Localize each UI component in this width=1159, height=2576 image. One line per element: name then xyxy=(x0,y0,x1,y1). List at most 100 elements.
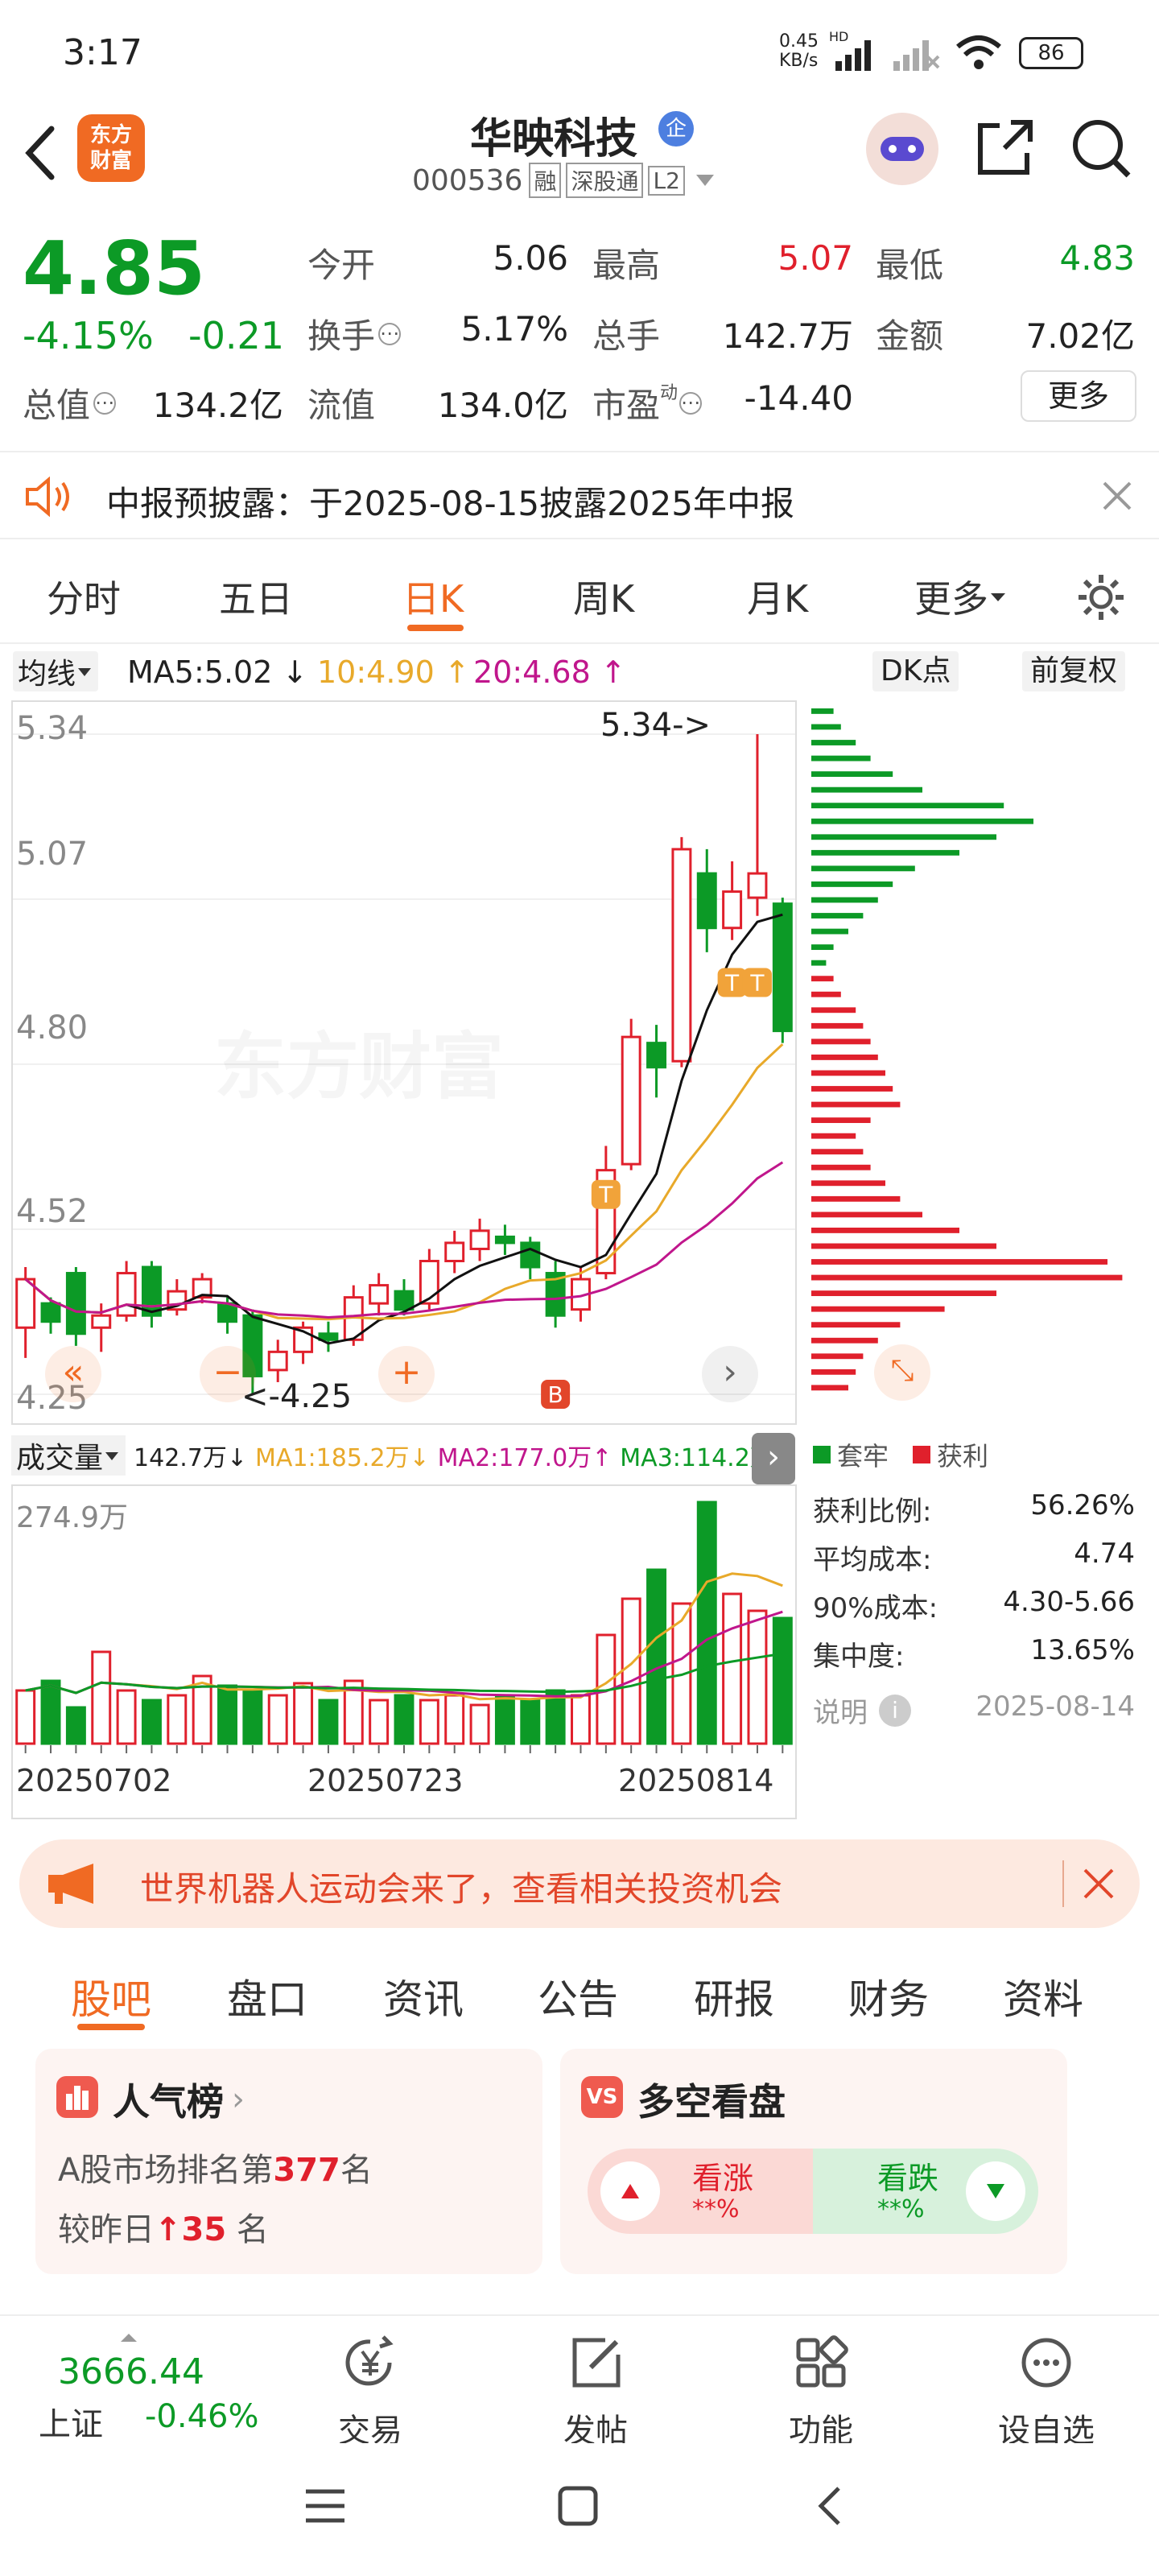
volume-bar xyxy=(116,1689,137,1745)
zoom-in-icon[interactable]: + xyxy=(378,1346,435,1402)
tab-more[interactable]: 更多 xyxy=(914,570,1008,623)
chip-row-value: 4.30-5.66 xyxy=(1003,1586,1135,1618)
quote-panel: 4.85 -4.15% -0.21 今开 5.06 最高 5.07 最低 4.8… xyxy=(0,209,1159,443)
close-icon[interactable] xyxy=(1099,478,1135,514)
legend-profit: 获利 xyxy=(937,1441,989,1472)
tab-orderbook[interactable]: 盘口 xyxy=(227,1967,307,2025)
kline-chart[interactable]: TTTB 东方财富 5.34 5.07 4.80 4.52 4.25 5.34-… xyxy=(11,700,797,1425)
back-arrow-icon[interactable] xyxy=(19,121,60,185)
trade-button[interactable]: 交易 xyxy=(298,2330,443,2451)
chip-bar-hold xyxy=(811,786,922,793)
zoom-out-icon[interactable]: − xyxy=(200,1346,256,1402)
tab-weekly-k[interactable]: 周K xyxy=(573,570,634,623)
close-icon[interactable] xyxy=(1080,1865,1117,1902)
volume-bar xyxy=(40,1679,61,1745)
watermark: 东方财富 xyxy=(214,1008,504,1113)
share-icon[interactable] xyxy=(972,116,1037,180)
tab-profile[interactable]: 资料 xyxy=(1003,1967,1083,2025)
tab-five-day[interactable]: 五日 xyxy=(219,570,293,623)
search-icon[interactable] xyxy=(1069,116,1133,180)
promo-banner[interactable]: 世界机器人运动会来了，查看相关投资机会 xyxy=(19,1839,1140,1928)
dropdown-icon[interactable] xyxy=(693,168,717,192)
candle-body xyxy=(267,1350,288,1372)
watchlist-button[interactable]: 设自选 xyxy=(974,2330,1119,2451)
bull-button[interactable]: 看涨 **% xyxy=(588,2149,813,2234)
tab-financials[interactable]: 财务 xyxy=(848,1967,929,2025)
tab-research[interactable]: 研报 xyxy=(694,1967,774,2025)
sentiment-title: 多空看盘 xyxy=(637,2080,786,2124)
adjust-button[interactable]: 前复权 xyxy=(1022,651,1126,691)
chip-explain[interactable]: 说明 i xyxy=(813,1690,911,1730)
chip-bar-profit xyxy=(811,1164,871,1170)
back-icon[interactable] xyxy=(808,2483,853,2529)
post-button[interactable]: 发帖 xyxy=(523,2330,668,2451)
bear-button[interactable]: 看跌 **% xyxy=(813,2149,1038,2234)
volume-bar xyxy=(469,1703,490,1745)
tab-monthly-k[interactable]: 月K xyxy=(747,570,808,623)
field-label-turnover[interactable]: 换手 ⋯ xyxy=(307,309,402,358)
volume-selector[interactable]: 成交量 xyxy=(11,1435,126,1476)
settings-gear-icon[interactable] xyxy=(1075,572,1127,623)
candle-body xyxy=(621,1035,641,1166)
ma-selector-label: 均线 xyxy=(18,658,76,691)
notice-bar[interactable]: 中报预披露：于2025-08-15披露2025年中报 xyxy=(0,451,1159,539)
tab-announcements[interactable]: 公告 xyxy=(538,1967,618,2025)
app-logo[interactable]: 东方 财富 xyxy=(77,114,145,182)
sentiment-card: VS 多空看盘 看涨 **% 看跌 **% xyxy=(560,2049,1067,2274)
chip-bar-hold xyxy=(811,834,996,840)
functions-button[interactable]: 功能 xyxy=(749,2330,893,2451)
ma20-value: 20:4.68 ↑ xyxy=(473,654,626,690)
pe-dynamic-sup: 动 xyxy=(660,383,678,403)
tag-margin: 融 xyxy=(529,163,562,198)
y-label-max: 5.34 xyxy=(16,710,89,747)
caret-down-icon xyxy=(78,668,92,676)
y-label-4: 4.52 xyxy=(16,1193,89,1230)
robot-assistant-icon[interactable] xyxy=(866,113,938,185)
chip-explain-label: 说明 xyxy=(813,1697,868,1729)
enterprise-badge: 企 xyxy=(658,111,694,147)
home-icon[interactable] xyxy=(555,2483,600,2529)
scroll-right-icon[interactable]: › xyxy=(702,1346,758,1402)
chip-bar-profit xyxy=(811,1322,901,1328)
net-speed-value: 0.45 xyxy=(779,31,819,52)
volume-bar xyxy=(318,1699,339,1745)
candle-body xyxy=(520,1241,541,1269)
stock-name: 华映科技 xyxy=(470,115,638,163)
candle-body xyxy=(646,1042,667,1069)
field-value-pe: -14.40 xyxy=(744,378,853,418)
index-ticker[interactable]: 3666.44 上证 -0.46% xyxy=(16,2332,274,2443)
tab-news[interactable]: 资讯 xyxy=(383,1967,464,2025)
chip-bar-profit xyxy=(811,1070,885,1076)
volume-chart[interactable]: 274.9万 20250702 20250723 20250814 xyxy=(11,1484,797,1819)
scroll-left-icon[interactable]: « xyxy=(45,1346,101,1402)
dk-point-button[interactable]: DK点 xyxy=(872,651,959,691)
expand-right-icon[interactable]: › xyxy=(752,1433,795,1484)
candle-body xyxy=(494,1235,515,1245)
field-label-total-value[interactable]: 总值 ⋯ xyxy=(23,378,117,427)
volume-bar xyxy=(267,1694,288,1745)
menu-icon[interactable] xyxy=(303,2483,348,2529)
tab-daily-k[interactable]: 日K xyxy=(402,570,464,623)
tab-forum[interactable]: 股吧 xyxy=(71,1967,151,2025)
volume-bar xyxy=(242,1689,263,1745)
vol-ma1-line xyxy=(25,1572,783,1701)
tab-intraday[interactable]: 分时 xyxy=(47,570,121,623)
candle-body xyxy=(91,1314,112,1329)
ma-selector[interactable]: 均线 xyxy=(13,651,99,691)
chip-bar-hold xyxy=(811,803,1004,809)
chip-bar-hold xyxy=(811,865,915,872)
field-label-pe[interactable]: 市盈 动 ⋯ xyxy=(592,378,703,427)
volume-bar xyxy=(747,1609,768,1745)
expand-icon[interactable]: ⤡ xyxy=(874,1344,930,1401)
volume-bar xyxy=(646,1568,667,1745)
chip-bar-hold xyxy=(811,913,864,919)
pe-label: 市盈 xyxy=(592,386,661,425)
ma5-value: MA5:5.02 ↓ xyxy=(127,654,308,690)
more-button[interactable]: 更多 xyxy=(1021,370,1136,422)
field-value-amount: 7.02亿 xyxy=(1025,316,1135,356)
chip-bar-profit xyxy=(811,1385,848,1391)
current-price: 4.85 xyxy=(23,225,205,312)
chip-row-label: 获利比例: xyxy=(813,1496,932,1528)
popularity-card[interactable]: 人气榜 › A股市场排名第377名 较昨日↑35 名 xyxy=(35,2049,542,2274)
field-value-total-value: 134.2亿 xyxy=(152,386,283,425)
